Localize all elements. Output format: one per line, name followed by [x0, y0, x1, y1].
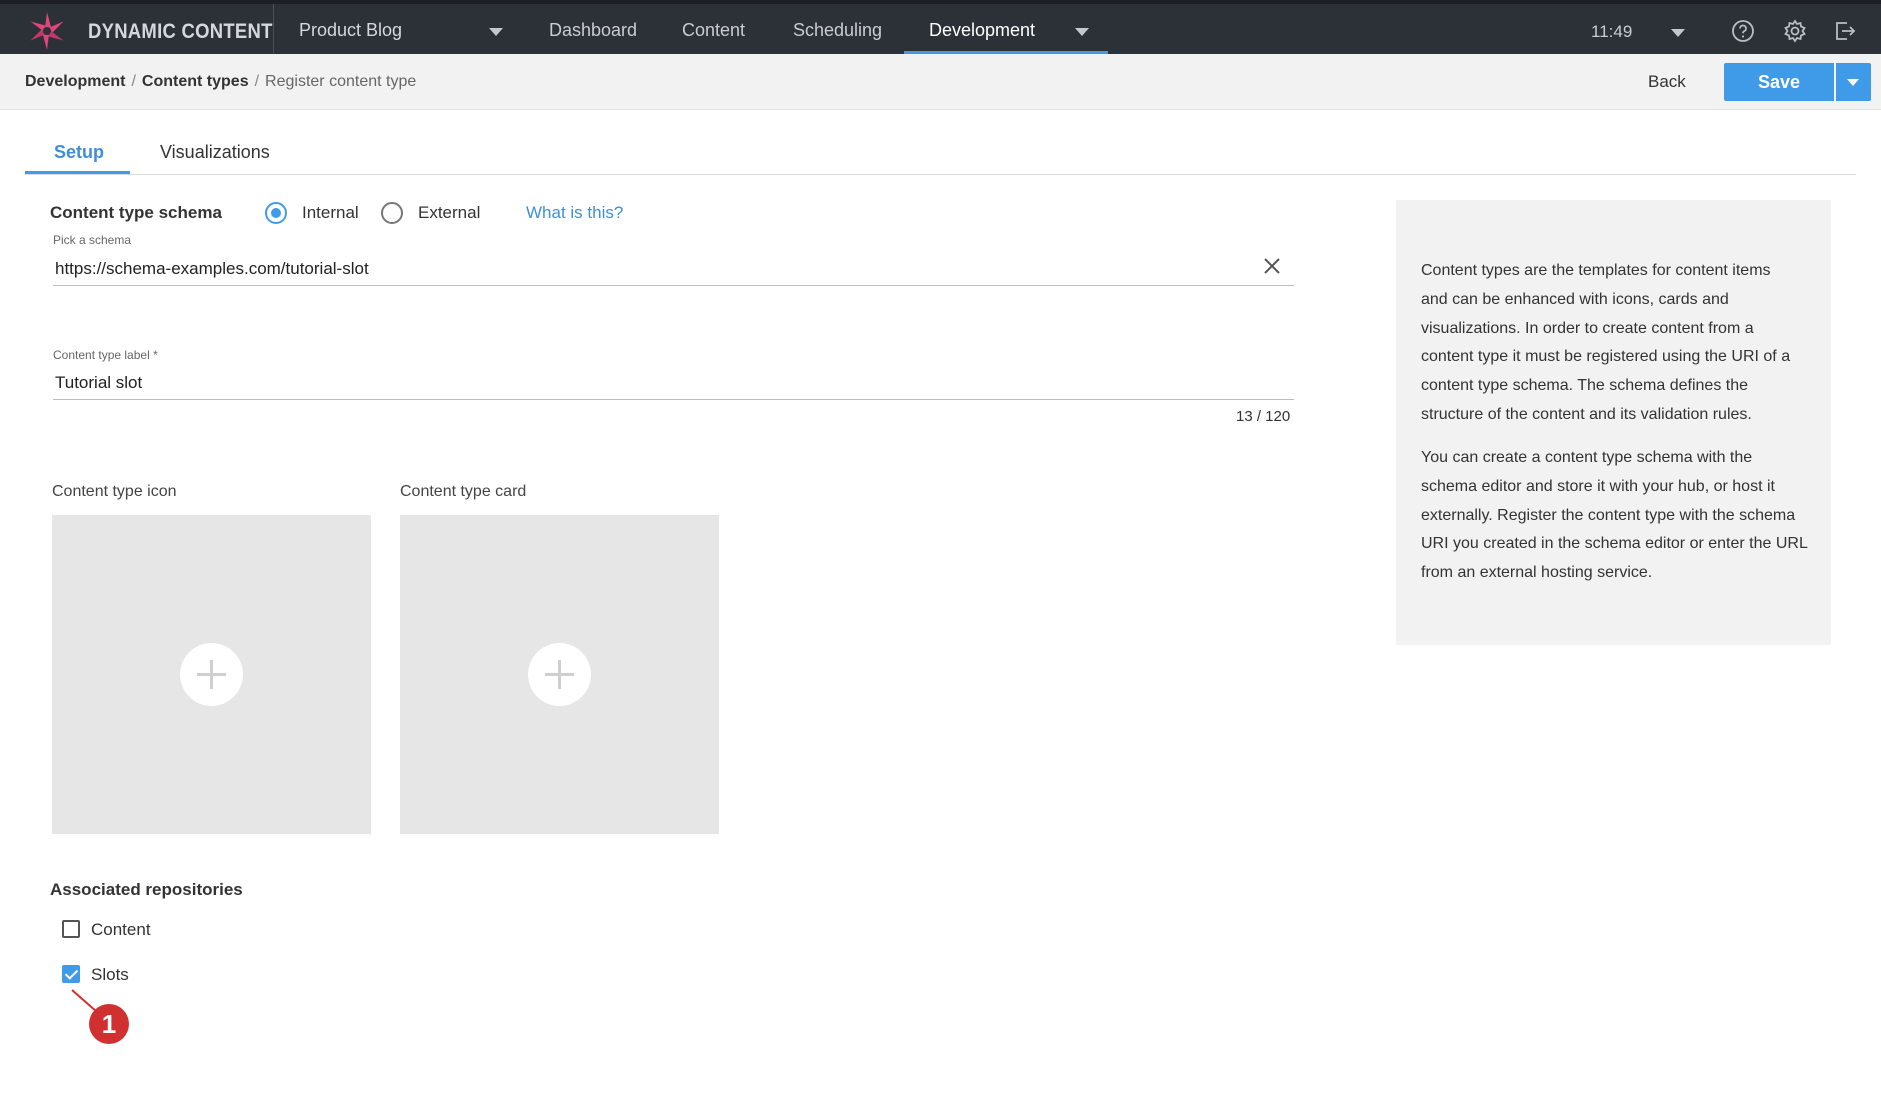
info-line: and can be enhanced with icons, cards an…: [1421, 290, 1729, 308]
info-line: Content types are the templates for cont…: [1421, 262, 1771, 279]
info-line: externally. Register the content type wi…: [1421, 506, 1796, 524]
info-line: content type it must be registered using…: [1421, 348, 1791, 366]
info-line: URI you created in the schema editor or …: [1421, 535, 1808, 553]
info-paragraph-2: You can create a content type schema wit…: [1421, 444, 1816, 588]
info-line: structure of the content and its validat…: [1421, 405, 1752, 423]
info-line: visualizations. In order to create conte…: [1421, 319, 1754, 337]
info-paragraph-1: Content types are the templates for cont…: [1421, 257, 1816, 430]
callout-marker: 1: [89, 1004, 129, 1044]
info-line: schema editor and store it with your hub…: [1421, 477, 1775, 495]
info-line: from an external hosting service.: [1421, 564, 1653, 582]
info-line: You can create a content type schema wit…: [1421, 449, 1753, 466]
info-line: content type schema. The schema defines …: [1421, 377, 1749, 395]
info-panel: Content types are the templates for cont…: [1396, 200, 1831, 645]
